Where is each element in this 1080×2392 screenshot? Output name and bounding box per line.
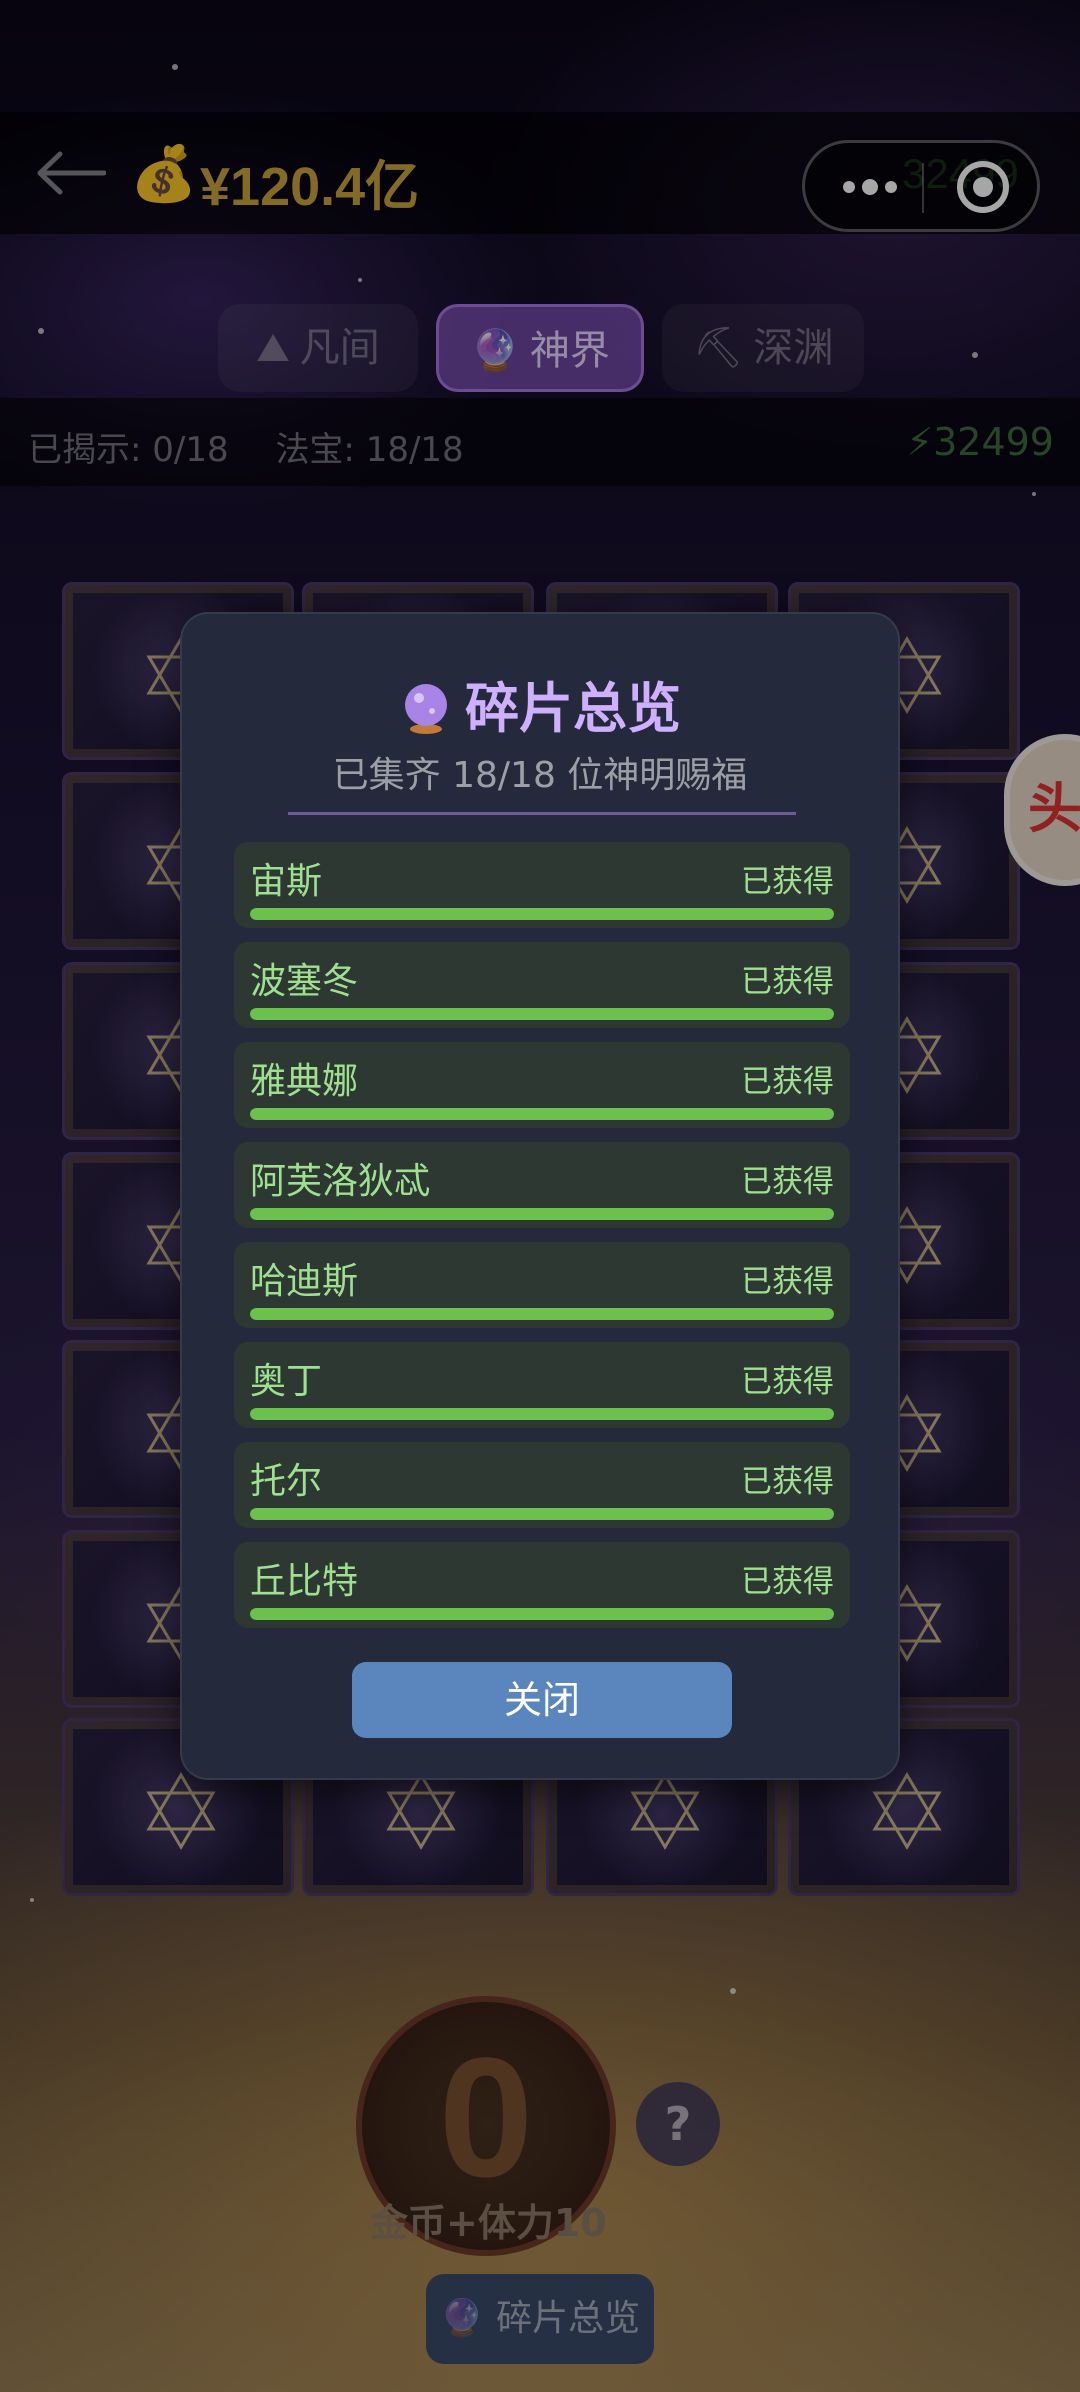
deity-name: 波塞冬: [250, 961, 359, 1002]
progress-fill: [250, 1308, 834, 1320]
deity-name: 哈迪斯: [250, 1261, 359, 1302]
obtained-status: 已获得: [741, 864, 834, 900]
obtained-status: 已获得: [741, 1264, 834, 1300]
deity-name: 托尔: [250, 1461, 323, 1502]
modal-title: 碎片总览: [182, 664, 898, 743]
fragment-progress-bar: [250, 1108, 834, 1120]
modal-subtitle: 已集齐 18/18 位神明赐福: [332, 755, 748, 796]
progress-fill: [250, 1608, 834, 1620]
fragment-progress-bar: [250, 1608, 834, 1620]
deity-name: 奥丁: [250, 1361, 323, 1402]
obtained-status: 已获得: [741, 1364, 834, 1400]
progress-fill: [250, 1208, 834, 1220]
deity-fragment-list: 宙斯 已获得 波塞冬 已获得 雅典娜 已获得 阿芙洛狄忒 已获得 哈迪斯 已获得 奥丁 已获得 托尔 已获…: [234, 842, 850, 1642]
deity-fragment-item: 波塞冬 已获得: [234, 942, 850, 1028]
progress-fill: [250, 1008, 834, 1020]
fragment-progress-bar: [250, 1508, 834, 1520]
obtained-status: 已获得: [741, 1464, 834, 1500]
deity-fragment-item: 奥丁 已获得: [234, 1342, 850, 1428]
deity-name: 丘比特: [250, 1561, 359, 1602]
fragment-progress-bar: [250, 1208, 834, 1220]
modal-divider: [288, 812, 796, 815]
deity-fragment-item: 托尔 已获得: [234, 1442, 850, 1528]
obtained-status: 已获得: [741, 1164, 834, 1200]
progress-fill: [250, 1108, 834, 1120]
deity-name: 阿芙洛狄忒: [250, 1161, 431, 1202]
progress-fill: [250, 908, 834, 920]
deity-name: 雅典娜: [250, 1061, 359, 1102]
deity-fragment-item: 阿芙洛狄忒 已获得: [234, 1142, 850, 1228]
deity-fragment-item: 雅典娜 已获得: [234, 1042, 850, 1128]
progress-fill: [250, 1508, 834, 1520]
crystal-ball-icon: [405, 684, 447, 734]
obtained-status: 已获得: [741, 964, 834, 1000]
close-button[interactable]: 关闭: [352, 1662, 732, 1738]
obtained-status: 已获得: [741, 1564, 834, 1600]
fragment-overview-modal: 碎片总览 已集齐 18/18 位神明赐福 宙斯 已获得 波塞冬 已获得 雅典娜 已获得 阿芙…: [180, 612, 900, 1780]
fragment-progress-bar: [250, 908, 834, 920]
deity-fragment-item: 宙斯 已获得: [234, 842, 850, 928]
fragment-progress-bar: [250, 1308, 834, 1320]
deity-fragment-item: 哈迪斯 已获得: [234, 1242, 850, 1328]
fragment-progress-bar: [250, 1408, 834, 1420]
deity-fragment-item: 丘比特 已获得: [234, 1542, 850, 1628]
modal-title-text: 碎片总览: [465, 677, 681, 740]
fragment-progress-bar: [250, 1008, 834, 1020]
progress-fill: [250, 1408, 834, 1420]
obtained-status: 已获得: [741, 1064, 834, 1100]
deity-name: 宙斯: [250, 861, 323, 902]
